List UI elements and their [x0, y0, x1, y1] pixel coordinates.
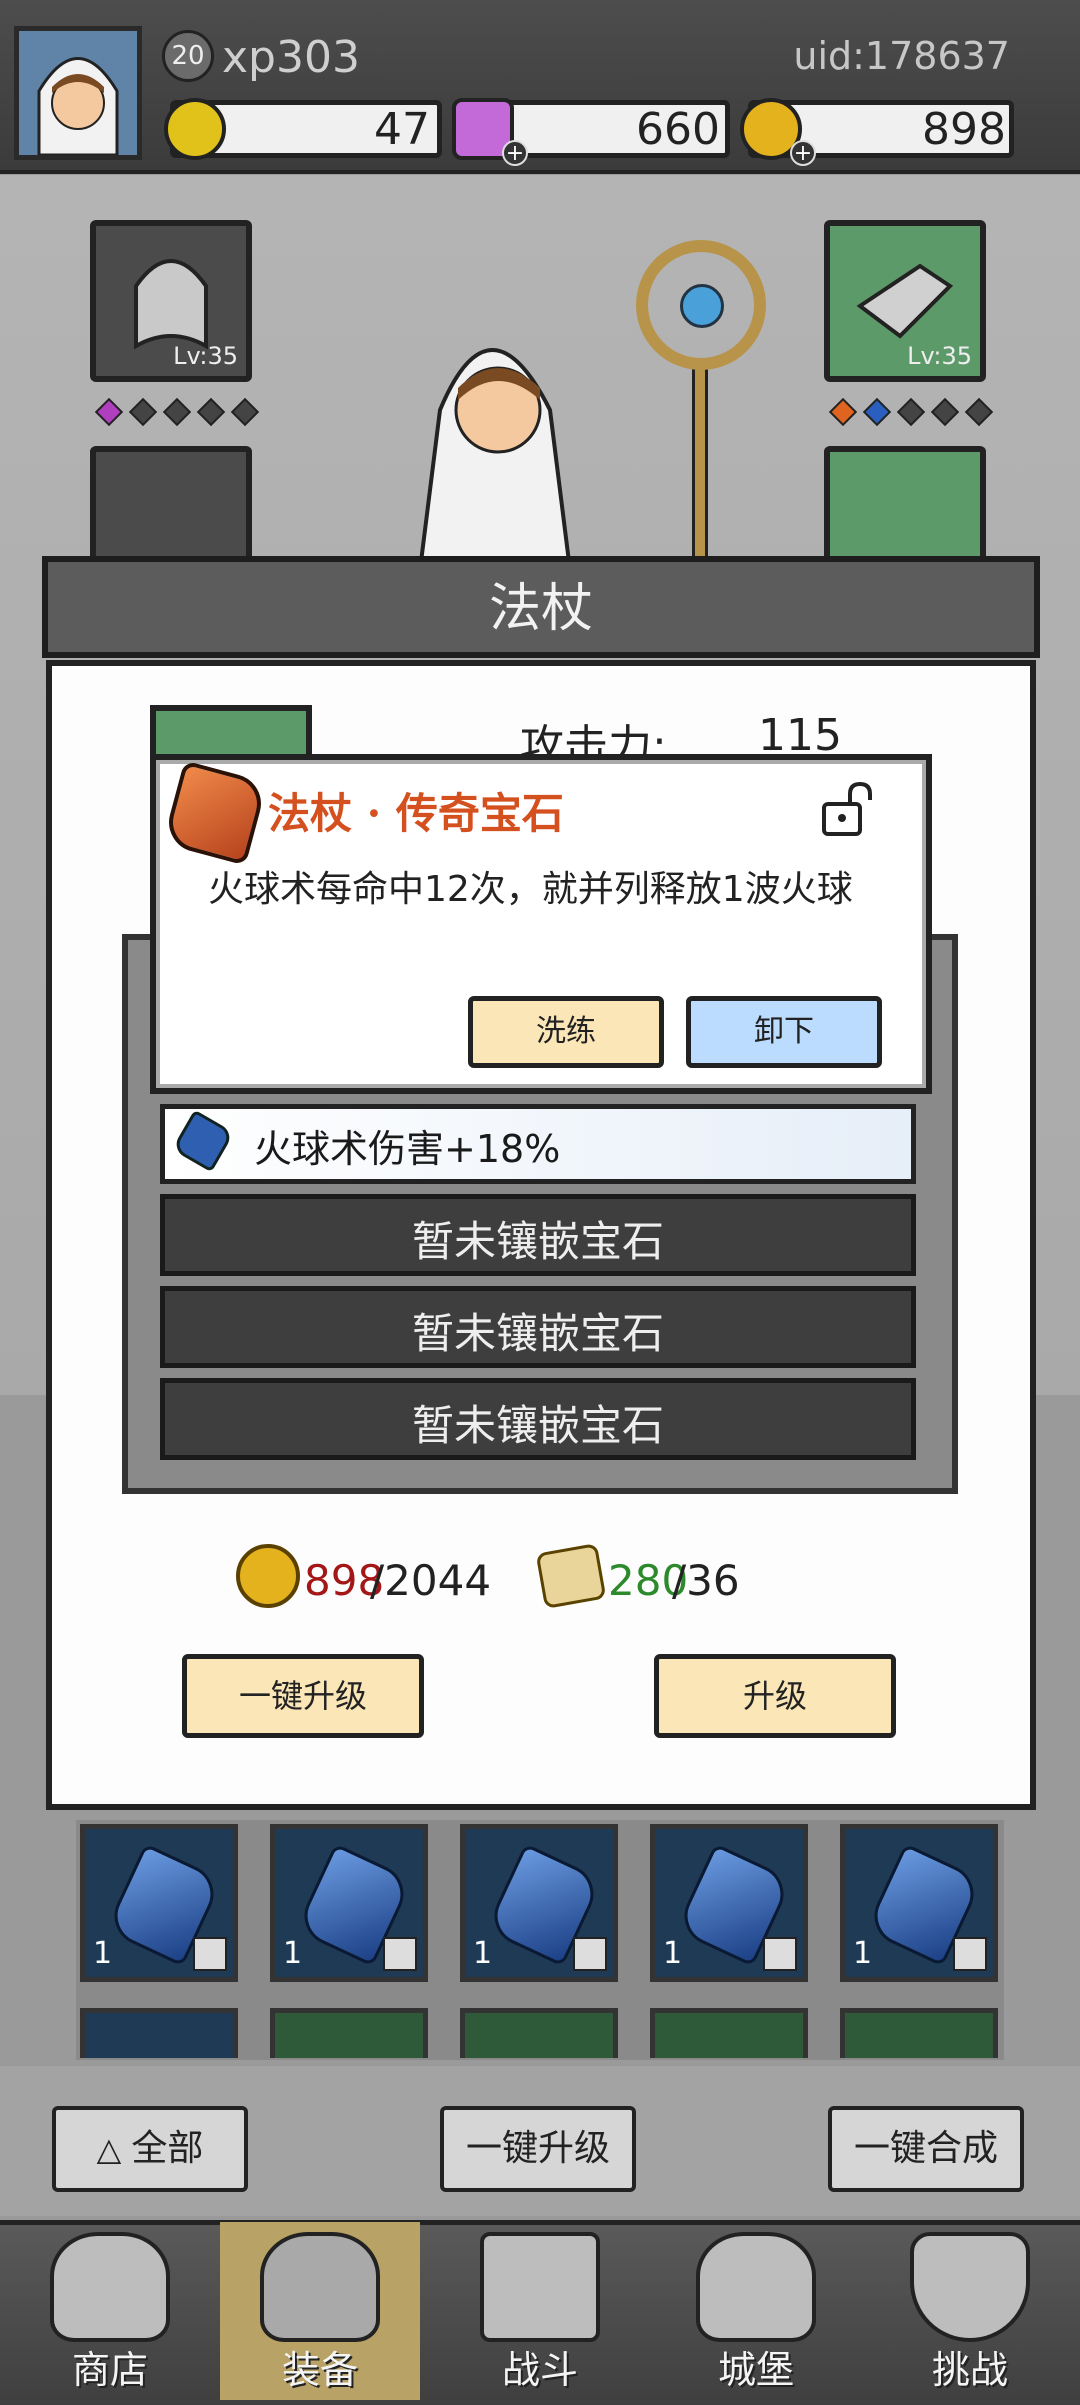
- gloves-gem-slots: [826, 397, 996, 430]
- coin-value: 47: [374, 104, 430, 155]
- crossed-swords-icon: [480, 2232, 600, 2342]
- gold-value: 898: [922, 104, 1006, 155]
- gold-coin-icon: [236, 1544, 300, 1608]
- add-gem-icon[interactable]: +: [502, 140, 528, 166]
- refine-button[interactable]: 洗练: [468, 996, 664, 1068]
- inventory-item[interactable]: 1: [270, 1824, 428, 1982]
- gem-socket-empty-text: 暂未镶嵌宝石: [411, 1309, 664, 1358]
- panel-title: 法杖: [488, 579, 593, 639]
- filter-triangle-icon: △: [96, 2130, 132, 2168]
- bulk-upgrade-button[interactable]: 一键升级: [440, 2106, 636, 2192]
- boot-tag-icon: [193, 1937, 227, 1971]
- hood-gem-slots: [92, 397, 262, 430]
- nav-challenge[interactable]: 挑战: [870, 2222, 1070, 2400]
- player-level-badge: 20: [162, 30, 214, 82]
- shop-icon: [50, 2232, 170, 2342]
- filter-all-button[interactable]: △ 全部: [52, 2106, 248, 2192]
- gem-socket-active-text: 火球术伤害+18%: [254, 1127, 561, 1171]
- inventory-item[interactable]: [840, 2008, 998, 2058]
- unlock-icon[interactable]: [820, 781, 876, 838]
- add-gold-icon[interactable]: +: [790, 140, 816, 166]
- upgrade-button[interactable]: 升级: [654, 1654, 896, 1738]
- equip-slot-hood[interactable]: Lv:35: [90, 220, 252, 382]
- inventory-item[interactable]: 1: [80, 1824, 238, 1982]
- staff-shaft: [692, 360, 708, 560]
- gem-value: 660: [636, 104, 720, 155]
- inventory-item[interactable]: [460, 2008, 618, 2058]
- inventory-item[interactable]: 1: [460, 1824, 618, 1982]
- inventory-item[interactable]: 1: [840, 1824, 998, 1982]
- remove-gem-button[interactable]: 卸下: [686, 996, 882, 1068]
- player-name: xp303: [222, 32, 360, 83]
- inventory-item[interactable]: [650, 2008, 808, 2058]
- gem-popup-title: 法杖 · 传奇宝石: [268, 789, 564, 838]
- castle-icon: [696, 2232, 816, 2342]
- gem-socket-empty-text: 暂未镶嵌宝石: [411, 1401, 664, 1450]
- gem-socket-empty-text: 暂未镶嵌宝石: [411, 1217, 664, 1266]
- filter-all-label: 全部: [131, 2128, 204, 2169]
- hat-tag-icon: [953, 1937, 987, 1971]
- equip-slot-gloves[interactable]: Lv:35: [824, 220, 986, 382]
- gem-popup-description: 火球术每命中12次，就并列释放1波火球: [208, 869, 853, 910]
- scroll-required: /36: [672, 1556, 740, 1605]
- nav-battle[interactable]: 战斗: [440, 2222, 640, 2400]
- bulk-merge-button[interactable]: 一键合成: [828, 2106, 1024, 2192]
- boot-tag-icon: [383, 1937, 417, 1971]
- staff-orb: [680, 284, 724, 328]
- coin-icon: [164, 98, 226, 160]
- one-click-upgrade-button[interactable]: 一键升级: [182, 1654, 424, 1738]
- staff-tag-icon: [763, 1937, 797, 1971]
- nav-equip[interactable]: 装备: [220, 2222, 420, 2400]
- equip-slot-ring[interactable]: [824, 446, 986, 566]
- scroll-icon: [535, 1543, 607, 1609]
- inventory-item[interactable]: 1: [650, 1824, 808, 1982]
- hood-level-label: Lv:35: [173, 342, 238, 370]
- backpack-icon: [260, 2232, 380, 2342]
- gloves-level-label: Lv:35: [907, 342, 972, 370]
- nav-shop[interactable]: 商店: [10, 2222, 210, 2400]
- gold-required: /2044: [370, 1556, 492, 1605]
- inventory-item[interactable]: [270, 2008, 428, 2058]
- shield-icon: [910, 2232, 1030, 2342]
- equip-slot-robe[interactable]: [90, 446, 252, 566]
- player-uid: uid:178637: [793, 34, 1010, 78]
- staff-tag-icon: [573, 1937, 607, 1971]
- nav-castle[interactable]: 城堡: [656, 2222, 856, 2400]
- inventory-item[interactable]: [80, 2008, 238, 2058]
- player-avatar[interactable]: [14, 26, 142, 160]
